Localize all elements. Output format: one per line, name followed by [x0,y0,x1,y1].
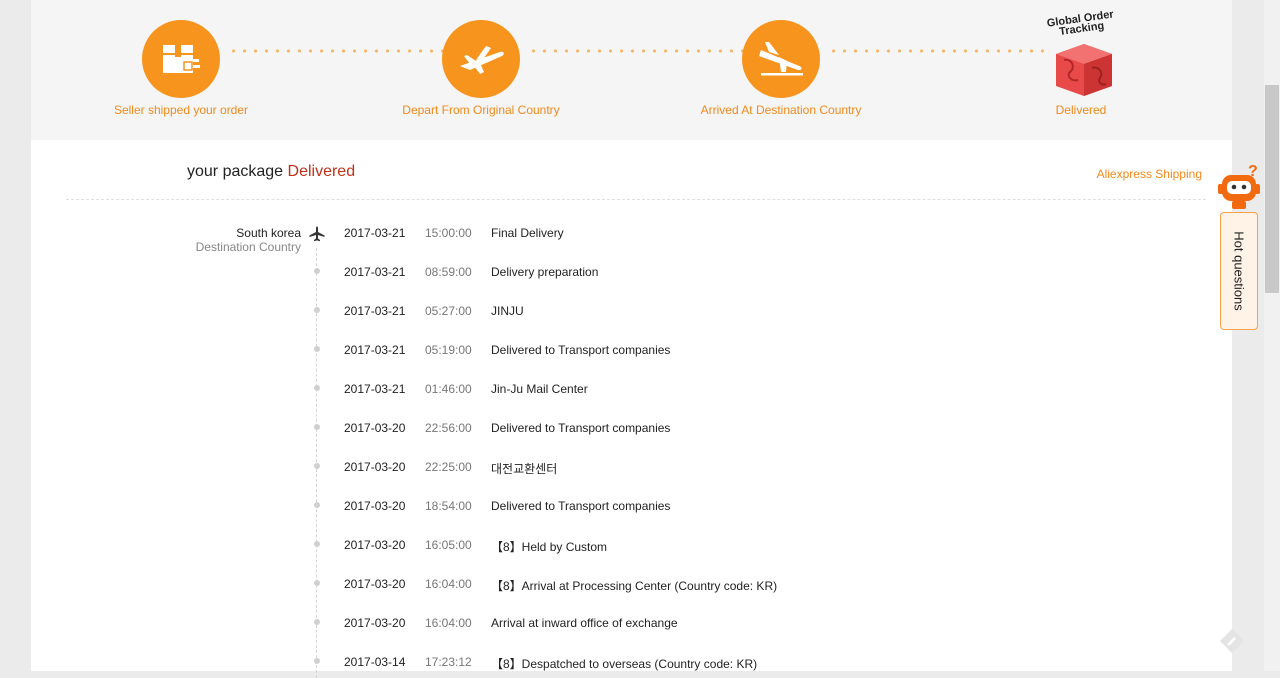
event-date: 2017-03-21 [344,343,406,357]
timeline-dot [314,463,320,469]
event-time: 16:04:00 [425,616,472,630]
event-date: 2017-03-20 [344,460,406,474]
package-status-heading: your package Delivered [187,163,355,181]
event-description: Delivered to Transport companies [491,421,671,435]
timeline-dot [314,541,320,547]
event-date: 2017-03-20 [344,577,406,591]
event-date: 2017-03-21 [344,265,406,279]
step-delivered: Global Order Tracking Delivered [981,8,1181,117]
timeline-dot [314,424,320,430]
scrollbar-thumb[interactable] [1265,85,1279,293]
timeline-dot [314,619,320,625]
tracking-event-row: 2017-03-20 22:56:00 Delivered to Transpo… [31,414,1031,435]
event-date: 2017-03-20 [344,616,406,630]
event-description: Delivery preparation [491,265,599,279]
step-depart-origin: Depart From Original Country [381,20,581,117]
feedback-icon[interactable] [1219,628,1245,659]
timeline-dot [314,658,320,664]
event-time: 18:54:00 [425,499,472,513]
timeline-dot [314,502,320,508]
package-status-value: Delivered [287,163,356,180]
event-date: 2017-03-21 [344,382,406,396]
event-description: 【8】Despatched to overseas (Country code:… [491,657,758,671]
event-time: 01:46:00 [425,382,472,396]
step-label: Seller shipped your order [113,103,249,117]
event-time: 05:27:00 [425,304,472,318]
event-description: 【8】Held by Custom [491,540,608,554]
tracking-event-row: 2017-03-21 08:59:00 Delivery preparation [31,258,1031,279]
divider [66,199,1206,200]
timeline-dot [314,346,320,352]
timeline-dot [314,268,320,274]
event-description: Final Delivery [491,226,564,240]
tracking-event-row: 2017-03-20 16:05:00 【8】Held by Custom [31,531,1031,554]
robot-assistant-icon[interactable]: ? [1218,160,1262,219]
event-date: 2017-03-20 [344,538,406,552]
step-label: Arrived At Destination Country [700,103,862,117]
event-time: 15:00:00 [425,226,472,240]
step-seller-shipped: Seller shipped your order [81,20,281,117]
tracking-event-row: 2017-03-20 16:04:00 Arrival at inward of… [31,609,1031,630]
tracking-event-row: 2017-03-21 05:27:00 JINJU [31,297,1031,318]
aliexpress-shipping-link[interactable]: Aliexpress Shipping [1097,167,1202,181]
tracking-progress-bar: Seller shipped your order Depart From Or… [31,0,1232,140]
event-time: 08:59:00 [425,265,472,279]
location-label: Destination Country [195,240,301,254]
package-status-prefix: your package [187,163,284,180]
tracking-event-row: 2017-03-20 22:25:00 대전교환센터 [31,453,1031,476]
event-time: 16:04:00 [425,577,472,591]
tracking-event-row: 2017-03-21 15:00:00 Final Delivery [31,219,1031,240]
event-description: Delivered to Transport companies [491,343,671,357]
event-description: Arrival at inward office of exchange [491,616,678,630]
event-time: 05:19:00 [425,343,472,357]
tracking-page: Seller shipped your order Depart From Or… [31,0,1232,678]
hot-questions-label: Hot questions [1231,231,1247,311]
event-description: JINJU [491,304,524,318]
event-date: 2017-03-21 [344,304,406,318]
step-label: Depart From Original Country [402,103,560,117]
plane-landing-icon [742,20,820,98]
hot-questions-button[interactable]: Hot questions [1220,212,1258,330]
tracking-event-row: 2017-03-21 01:46:00 Jin-Ju Mail Center [31,375,1031,396]
step-label: Delivered [1055,103,1107,117]
event-description: Jin-Ju Mail Center [491,382,588,396]
plane-takeoff-icon [442,20,520,98]
event-time: 22:56:00 [425,421,472,435]
tracking-event-row: 2017-03-20 16:04:00 【8】Arrival at Proces… [31,570,1031,593]
event-date: 2017-03-20 [344,421,406,435]
tracking-event-row: 2017-03-20 18:54:00 Delivered to Transpo… [31,492,1031,513]
global-order-tracking-icon: Global Order Tracking [1042,8,1120,98]
event-time: 22:25:00 [425,460,472,474]
global-order-tracking-logo-text: Global Order Tracking [1046,8,1115,39]
step-arrived-destination: Arrived At Destination Country [681,20,881,117]
event-date: 2017-03-14 [344,655,406,669]
timeline-dot [314,307,320,313]
event-description: Delivered to Transport companies [491,499,671,513]
event-description: 대전교환센터 [491,462,558,476]
event-time: 16:05:00 [425,538,472,552]
tracking-event-row: 2017-03-21 05:19:00 Delivered to Transpo… [31,336,1031,357]
timeline-dot [314,385,320,391]
package-box-icon [142,20,220,98]
timeline-dot [314,580,320,586]
event-date: 2017-03-20 [344,499,406,513]
event-time: 17:23:12 [425,655,472,669]
tracking-event-row: 2017-03-14 17:23:12 【8】Despatched to ove… [31,648,1031,671]
event-date: 2017-03-21 [344,226,406,240]
event-description: 【8】Arrival at Processing Center (Country… [491,579,778,593]
